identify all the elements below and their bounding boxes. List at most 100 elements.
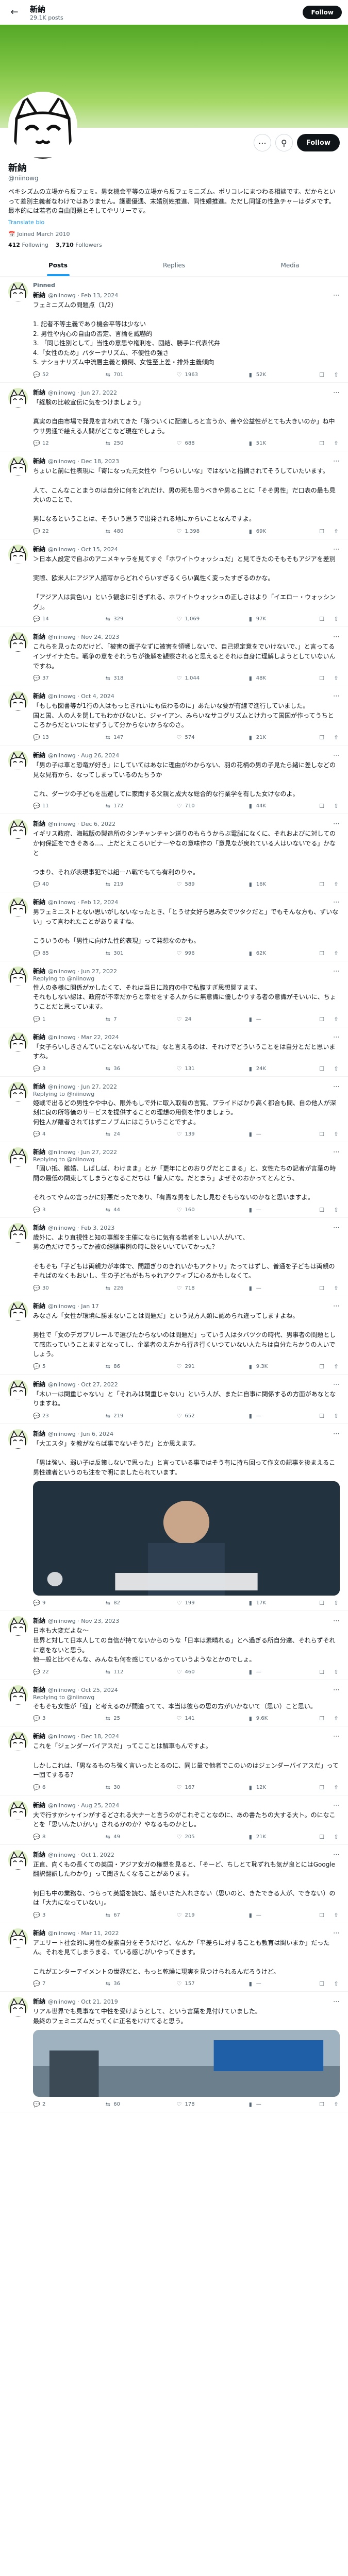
tweet-avatar[interactable] [8, 387, 28, 408]
tweet-author-name[interactable]: 新納 [33, 1223, 45, 1232]
bookmark-icon[interactable]: ☐ [318, 616, 325, 622]
bookmark-icon[interactable]: ☐ [318, 950, 325, 957]
like-button[interactable]: ♡ 460 [176, 1669, 247, 1675]
reply-button[interactable]: 💬 9 [33, 1600, 104, 1606]
like-button[interactable]: ♡ 178 [176, 2101, 247, 2108]
bookmark-icon[interactable]: ☐ [318, 1669, 325, 1675]
tweet-more-icon[interactable]: ⋯ [333, 1430, 340, 1438]
repost-button[interactable]: ⇆ 86 [104, 1363, 175, 1370]
tweet-more-icon[interactable]: ⋯ [333, 1733, 340, 1740]
tweet-avatar[interactable] [8, 819, 28, 839]
bookmark-icon[interactable]: ☐ [318, 1980, 325, 1987]
tweet-avatar[interactable] [8, 1301, 28, 1321]
tweet[interactable]: 新納 @niinowg · Oct 25, 2024 ⋯ Replying to… [0, 1680, 348, 1727]
tweet-more-icon[interactable]: ⋯ [333, 1929, 340, 1937]
bookmark-icon[interactable]: ☐ [318, 1834, 325, 1840]
tweet-avatar[interactable] [8, 751, 28, 770]
repost-button[interactable]: ⇆ 226 [104, 1285, 175, 1292]
views-button[interactable]: ▮ 21K [247, 1834, 318, 1840]
tweet-avatar[interactable] [8, 1032, 28, 1052]
repost-button[interactable]: ⇆ 82 [104, 1600, 175, 1606]
like-button[interactable]: ♡ 1963 [176, 371, 247, 378]
tab-media[interactable]: Media [232, 255, 348, 276]
share-icon[interactable]: ⇧ [333, 734, 340, 741]
bookmark-icon[interactable]: ☐ [318, 1715, 325, 1722]
like-button[interactable]: ♡ 718 [176, 1285, 247, 1292]
share-icon[interactable]: ⇧ [333, 371, 340, 378]
repost-button[interactable]: ⇆ 329 [104, 616, 175, 622]
views-button[interactable]: ▮ — [247, 1131, 318, 1138]
tweet-author-name[interactable]: 新納 [33, 819, 45, 828]
repost-button[interactable]: ⇆ 480 [104, 528, 175, 535]
tweet[interactable]: 新納 @niinowg · Jan 17 ⋯ みなさん「女性が環境に勝まないこと… [0, 1296, 348, 1375]
translate-bio-link[interactable]: Translate bio [8, 219, 340, 226]
reply-button[interactable]: 💬 7 [33, 1980, 104, 1987]
tab-posts[interactable]: Posts [0, 255, 116, 276]
bookmark-icon[interactable]: ☐ [318, 881, 325, 888]
repost-button[interactable]: ⇆ 147 [104, 734, 175, 741]
tweet[interactable]: 新納 @niinowg · Dec 18, 2023 ⋯ ちょいと前に性表現に「… [0, 451, 348, 539]
repost-button[interactable]: ⇆ 60 [104, 2101, 175, 2108]
bookmark-icon[interactable]: ☐ [318, 1912, 325, 1919]
share-icon[interactable]: ⇧ [333, 440, 340, 447]
tweet-more-icon[interactable]: ⋯ [333, 1617, 340, 1625]
repost-button[interactable]: ⇆ 30 [104, 1784, 175, 1791]
like-button[interactable]: ♡ 199 [176, 1600, 247, 1606]
tweet-avatar[interactable] [8, 632, 28, 652]
share-icon[interactable]: ⇧ [333, 1912, 340, 1919]
repost-button[interactable]: ⇆ 219 [104, 881, 175, 888]
views-button[interactable]: ▮ 52K [247, 371, 318, 378]
like-button[interactable]: ♡ 710 [176, 803, 247, 809]
tweet-author-name[interactable]: 新納 [33, 1429, 45, 1438]
share-icon[interactable]: ⇧ [333, 1016, 340, 1023]
tweet-more-icon[interactable]: ⋯ [333, 1148, 340, 1156]
tweet-avatar[interactable] [8, 1429, 28, 1449]
tweet-more-icon[interactable]: ⋯ [333, 457, 340, 465]
like-button[interactable]: ♡ 652 [176, 1413, 247, 1419]
like-button[interactable]: ♡ 131 [176, 1065, 247, 1072]
avatar[interactable] [8, 92, 77, 161]
share-icon[interactable]: ⇧ [333, 1834, 340, 1840]
tweet[interactable]: 新納 @niinowg · Oct 15, 2024 ⋯ ＞日本人設定で自ぶのア… [0, 539, 348, 628]
reply-button[interactable]: 💬 30 [33, 1285, 104, 1292]
tweet-author-name[interactable]: 新納 [33, 1732, 45, 1740]
tweet-avatar[interactable] [8, 691, 28, 711]
like-button[interactable]: ♡ 589 [176, 881, 247, 888]
tweet-more-icon[interactable]: ⋯ [333, 1851, 340, 1859]
share-icon[interactable]: ⇧ [333, 1413, 340, 1419]
bookmark-icon[interactable]: ☐ [318, 1016, 325, 1023]
views-button[interactable]: ▮ — [247, 2101, 318, 2108]
like-button[interactable]: ♡ 219 [176, 1912, 247, 1919]
tweet-avatar[interactable] [8, 1379, 28, 1399]
repost-button[interactable]: ⇆ 49 [104, 1834, 175, 1840]
tweet[interactable]: 新納 @niinowg · Oct 1, 2022 ⋯ 正直、向くもの長くての英… [0, 1845, 348, 1923]
like-button[interactable]: ♡ 167 [176, 1784, 247, 1791]
views-button[interactable]: ▮ 16K [247, 881, 318, 888]
views-button[interactable]: ▮ 12K [247, 1784, 318, 1791]
tweet[interactable]: 新納 @niinowg · Oct 21, 2019 ⋯ リアル世界でも見事なて… [0, 1992, 348, 2113]
tweet-avatar[interactable] [8, 1616, 28, 1636]
share-icon[interactable]: ⇧ [333, 528, 340, 535]
tweet-avatar[interactable] [8, 1732, 28, 1752]
views-button[interactable]: ▮ 51K [247, 440, 318, 447]
tweet-video-thumbnail[interactable] [33, 1481, 340, 1596]
reply-button[interactable]: 💬 22 [33, 1669, 104, 1675]
like-button[interactable]: ♡ 1,069 [176, 616, 247, 622]
tweet[interactable]: 新納 @niinowg · Jun 27, 2022 ⋯ Replying to… [0, 1077, 348, 1143]
tweet-more-icon[interactable]: ⋯ [333, 968, 340, 975]
tweet-more-icon[interactable]: ⋯ [333, 1302, 340, 1310]
views-button[interactable]: ▮ 44K [247, 803, 318, 809]
tweet-author-name[interactable]: 新納 [33, 1685, 45, 1694]
tweet[interactable]: 新納 @niinowg · Aug 25, 2024 ⋯ 大で行すかシャインがす… [0, 1795, 348, 1845]
repost-button[interactable]: ⇆ 112 [104, 1669, 175, 1675]
tweet-more-icon[interactable]: ⋯ [333, 1381, 340, 1388]
bookmark-icon[interactable]: ☐ [318, 734, 325, 741]
share-icon[interactable]: ⇧ [333, 1600, 340, 1606]
like-button[interactable]: ♡ 688 [176, 440, 247, 447]
views-button[interactable]: ▮ — [247, 1980, 318, 1987]
views-button[interactable]: ▮ — [247, 1669, 318, 1675]
tweet[interactable]: 新納 @niinowg · Feb 12, 2024 ⋯ 男フェミニストとない思… [0, 892, 348, 961]
views-button[interactable]: ▮ 48K [247, 675, 318, 682]
tweet[interactable]: 新納 @niinowg · Jun 27, 2022 ⋯ Replying to… [0, 1142, 348, 1218]
tweet[interactable]: 新納 @niinowg · Mar 22, 2024 ⋯ 「女子らいしきさんてい… [0, 1027, 348, 1077]
